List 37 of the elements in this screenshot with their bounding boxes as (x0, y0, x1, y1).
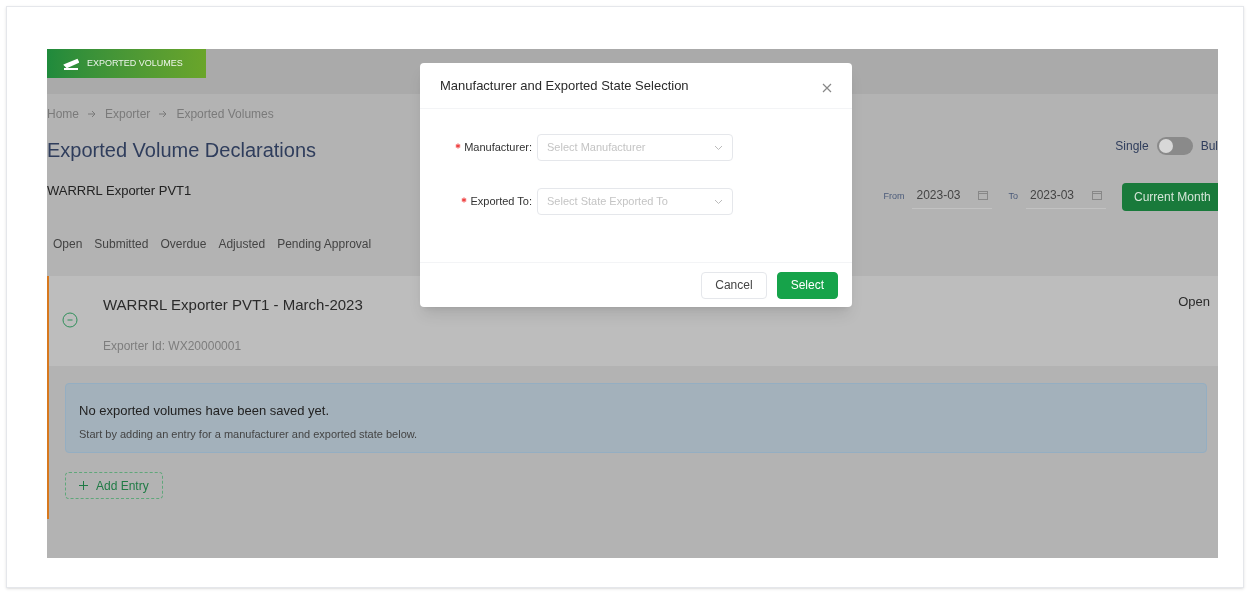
date-field[interactable]: 2023-03 (912, 185, 993, 209)
select-button[interactable]: Select (776, 271, 838, 299)
status-tab[interactable]: Overdue (156, 235, 211, 253)
dialog-title: Manufacturer and Exported State Selection (440, 76, 689, 95)
exporter-name: WARRRL Exporter PVT1 (47, 182, 192, 201)
status-tab[interactable]: Submitted (90, 235, 153, 253)
notice-heading: No exported volumes have been saved yet. (79, 402, 331, 420)
arrow-icon (87, 110, 97, 118)
current-month-button[interactable]: Current Month (1122, 183, 1218, 211)
date-label: From (883, 190, 905, 204)
date-label: To (1008, 190, 1018, 204)
toggle-label: Single (1115, 138, 1149, 155)
chevron-down-icon (714, 144, 723, 151)
calendar-icon (1092, 189, 1102, 200)
calendar-icon (978, 189, 989, 200)
arrow-icon (158, 110, 169, 118)
exporter-id: Exporter Id: WX20000001 (103, 337, 243, 355)
plane-icon (63, 56, 79, 71)
status-tab[interactable]: Adjusted (214, 235, 270, 253)
mode-switch[interactable] (1156, 137, 1193, 155)
status-tab[interactable]: Pending Approval (273, 235, 376, 253)
cancel-button[interactable]: Cancel (701, 271, 767, 299)
chevron-down-icon (714, 198, 723, 205)
field-label: Manufacturer: (464, 140, 532, 156)
field-label: Exported To: (470, 194, 532, 210)
plus-icon (79, 481, 88, 490)
declaration-title: WARRRL Exporter PVT1 - March-2023 (103, 295, 364, 315)
date-field[interactable]: 2023-03 (1026, 185, 1106, 209)
status-tab[interactable]: Open (49, 235, 87, 253)
notice-text: Start by adding an entry for a manufacturer and exported state below. (79, 426, 419, 442)
page-title: Exported Volume Declarations (47, 138, 317, 163)
status-label: Open (1178, 293, 1210, 311)
close-icon[interactable] (822, 82, 832, 93)
collapse-icon[interactable] (62, 312, 78, 328)
banner-label: EXPORTED VOLUMES (87, 56, 183, 70)
toggle-label: Bul (1200, 138, 1218, 155)
add-entry-button[interactable]: Add Entry (65, 472, 163, 499)
